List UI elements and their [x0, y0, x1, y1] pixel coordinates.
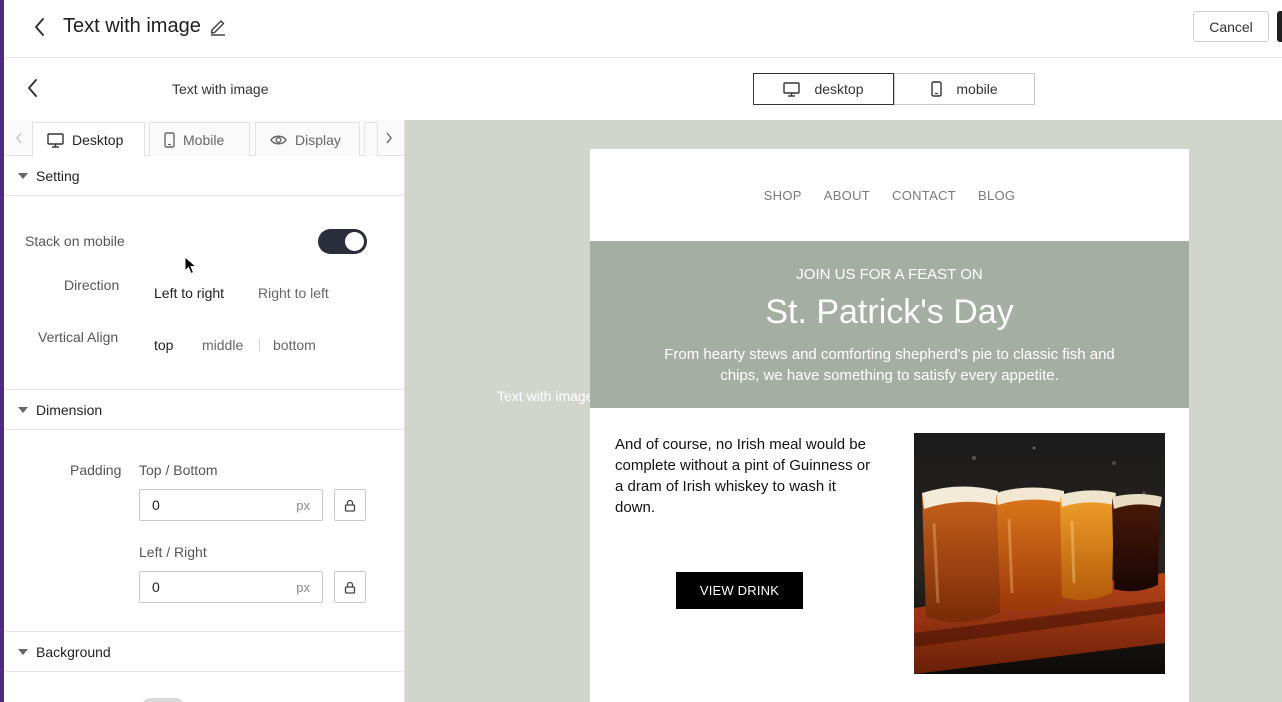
- caret-down-icon: [18, 406, 28, 413]
- settings-tabs: Desktop Mobile Display: [4, 120, 404, 157]
- direction-label: Direction: [64, 277, 120, 293]
- valign-top[interactable]: top: [154, 337, 173, 353]
- caret-down-icon: [18, 172, 28, 179]
- padding-top-bottom-lock-button[interactable]: [334, 489, 366, 521]
- nav-about[interactable]: ABOUT: [824, 188, 870, 203]
- save-button-edge[interactable]: [1277, 11, 1282, 42]
- chevron-left-icon: [16, 132, 22, 144]
- top-bottom-label: Top / Bottom: [139, 462, 218, 478]
- settings-panel: Desktop Mobile Display Setting Stack on …: [4, 120, 405, 702]
- hovered-block-label: Text with image: [497, 388, 594, 404]
- valign-middle[interactable]: middle: [202, 337, 243, 353]
- direction-right-to-left[interactable]: Right to left: [258, 285, 329, 301]
- caret-down-icon: [18, 648, 28, 655]
- device-mobile-button[interactable]: mobile: [894, 73, 1035, 105]
- chevron-left-icon: [28, 79, 37, 97]
- phone-icon: [164, 131, 175, 148]
- top-header: Text with image Cancel: [4, 0, 1282, 58]
- padding-left-right-field[interactable]: px: [139, 571, 323, 603]
- hero-eyebrow: JOIN US FOR A FEAST ON: [796, 266, 983, 283]
- section-dimension-header[interactable]: Dimension: [4, 390, 404, 430]
- lock-icon: [344, 499, 356, 512]
- nav-shop[interactable]: SHOP: [764, 188, 802, 203]
- section-setting-header[interactable]: Setting: [4, 156, 404, 196]
- device-desktop-label: desktop: [814, 81, 864, 97]
- device-desktop-button[interactable]: desktop: [753, 73, 894, 105]
- page-title: Text with image: [63, 15, 201, 37]
- monitor-icon: [783, 81, 801, 97]
- panel-back-button[interactable]: [24, 77, 42, 99]
- nav-contact[interactable]: CONTACT: [892, 188, 956, 203]
- cancel-button[interactable]: Cancel: [1193, 11, 1269, 42]
- email-template: SHOP ABOUT CONTACT BLOG JOIN US FOR A FE…: [590, 149, 1189, 702]
- direction-left-to-right[interactable]: Left to right: [154, 285, 224, 301]
- unit-label: px: [296, 580, 310, 595]
- hero-title: St. Patrick's Day: [765, 293, 1014, 331]
- tab-desktop[interactable]: Desktop: [32, 122, 145, 157]
- mouse-cursor-icon: [184, 256, 198, 275]
- section-background-header[interactable]: Background: [4, 632, 404, 672]
- back-button[interactable]: [28, 14, 52, 40]
- email-nav: SHOP ABOUT CONTACT BLOG: [590, 149, 1189, 241]
- device-mobile-label: mobile: [956, 81, 998, 97]
- editor-subbar: Text with image desktop mobile: [4, 59, 1282, 120]
- toggle-knob: [345, 232, 364, 251]
- section-setting-title: Setting: [36, 167, 80, 184]
- section-background-title: Background: [36, 643, 111, 660]
- left-right-label: Left / Right: [139, 544, 207, 560]
- padding-top-bottom-field[interactable]: px: [139, 489, 323, 521]
- vertical-align-label: Vertical Align: [38, 329, 119, 345]
- background-toggle[interactable]: [142, 698, 184, 702]
- padding-left-right-input[interactable]: [140, 572, 290, 602]
- section-dimension-title: Dimension: [36, 401, 103, 418]
- pencil-icon[interactable]: [208, 16, 228, 36]
- tab-desktop-label: Desktop: [72, 132, 124, 148]
- block-title: Text with image: [172, 81, 269, 97]
- monitor-icon: [47, 132, 64, 148]
- valign-bottom[interactable]: bottom: [273, 337, 316, 353]
- lock-icon: [344, 581, 356, 594]
- stack-on-mobile-label: Stack on mobile: [25, 233, 125, 249]
- tab-display-label: Display: [295, 131, 341, 148]
- device-toggle: desktop mobile: [753, 73, 1035, 105]
- nav-blog[interactable]: BLOG: [978, 188, 1015, 203]
- padding-label: Padding: [70, 462, 122, 478]
- email-preview-canvas: Text with image SHOP ABOUT CONTACT BLOG …: [405, 120, 1282, 702]
- tabs-scroll-right[interactable]: [376, 120, 402, 156]
- text-block[interactable]: And of course, no Irish meal would be co…: [615, 434, 877, 518]
- chevron-right-icon: [386, 132, 392, 144]
- phone-icon: [931, 81, 943, 97]
- stack-on-mobile-toggle[interactable]: [318, 229, 367, 254]
- hero-description: From hearty stews and comforting shepher…: [664, 346, 1115, 384]
- view-drink-button[interactable]: VIEW DRINK: [676, 572, 803, 609]
- beer-flight-image[interactable]: [914, 433, 1165, 674]
- tab-display[interactable]: Display: [255, 122, 360, 156]
- padding-left-right-lock-button[interactable]: [334, 571, 366, 603]
- padding-top-bottom-input[interactable]: [140, 490, 290, 520]
- valign-separator: [259, 338, 260, 352]
- chevron-left-icon: [35, 18, 44, 36]
- tab-mobile[interactable]: Mobile: [149, 122, 250, 156]
- tabs-scroll-left[interactable]: [6, 120, 32, 156]
- tab-mobile-label: Mobile: [183, 131, 225, 148]
- eye-icon: [270, 135, 287, 144]
- hero-banner[interactable]: JOIN US FOR A FEAST ON St. Patrick's Day…: [590, 241, 1189, 408]
- unit-label: px: [296, 498, 310, 513]
